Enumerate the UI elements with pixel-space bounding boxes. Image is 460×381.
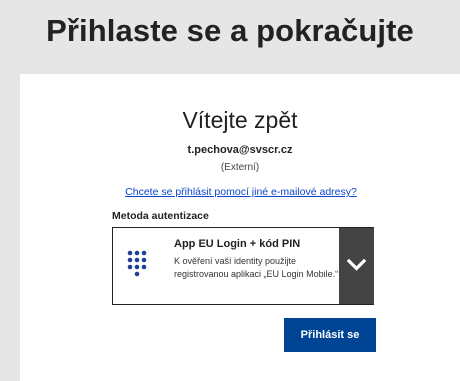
auth-method-select[interactable]: App EU Login + kód PIN K ověření vaší id…: [112, 227, 374, 305]
auth-method-title: App EU Login + kód PIN: [174, 238, 301, 250]
user-email: t.pechova@svscr.cz: [187, 144, 293, 156]
login-submit-button[interactable]: Přihlásit se: [284, 318, 376, 352]
use-other-email-link[interactable]: Chcete se přihlásit pomocí jiné e-mailov…: [0, 186, 460, 198]
account-type-label: (Externí): [220, 162, 260, 173]
auth-method-description: K ověření vaší identity použijte registr…: [174, 256, 339, 279]
chevron-down-icon: [347, 258, 366, 271]
auth-method-dropdown-toggle[interactable]: [339, 228, 374, 304]
keypad-icon: [127, 250, 151, 282]
page-header: Přihlaste se a pokračujte: [0, 0, 460, 74]
page-title: Přihlaste se a pokračujte: [46, 13, 414, 48]
welcome-heading: Vítejte zpět: [182, 107, 298, 133]
auth-method-label: Metoda autentizace: [112, 210, 209, 222]
